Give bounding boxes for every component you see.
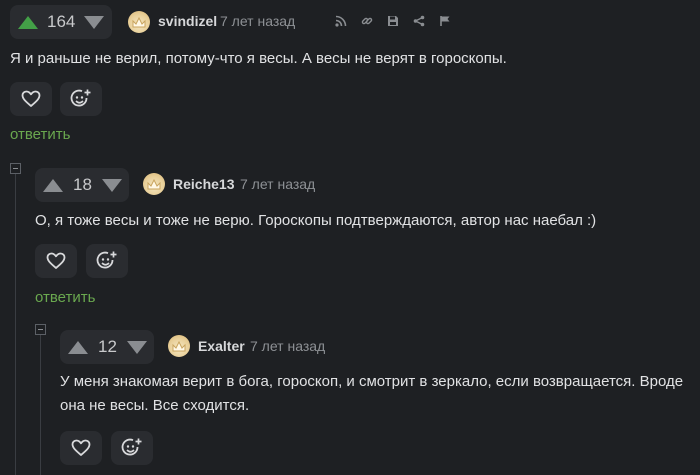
collapse-thread-button[interactable] — [10, 163, 21, 174]
add-reaction-button[interactable] — [60, 82, 102, 116]
comment-text: У меня знакомая верит в бога, гороскоп, … — [60, 370, 695, 418]
reply-link[interactable]: ответить — [10, 126, 70, 143]
comment-text: О, я тоже весы и тоже не верю. Гороскопы… — [35, 212, 597, 229]
add-reaction-button[interactable] — [111, 431, 153, 465]
like-button[interactable] — [60, 431, 102, 465]
comment-tools — [334, 14, 451, 27]
arrow-down-icon[interactable] — [101, 178, 122, 192]
heart-icon — [46, 252, 66, 269]
username[interactable]: svindizel — [158, 13, 217, 29]
vote-widget: 12 — [60, 330, 154, 364]
heart-icon — [21, 90, 41, 107]
vote-widget: 18 — [35, 168, 129, 202]
reply-link[interactable]: ответить — [35, 289, 95, 306]
vote-count: 12 — [98, 337, 117, 356]
thread-line[interactable] — [15, 174, 16, 475]
comment-text-line: она не весы. Все сходится. — [60, 397, 250, 414]
arrow-up-icon[interactable] — [68, 340, 88, 354]
timestamp[interactable]: 7 лет назад — [220, 13, 295, 29]
arrow-down-icon[interactable] — [126, 340, 147, 354]
link-icon[interactable] — [360, 14, 373, 27]
arrow-up-icon[interactable] — [43, 178, 63, 192]
vote-count: 164 — [47, 12, 76, 31]
timestamp[interactable]: 7 лет назад — [240, 176, 315, 192]
vote-widget: 164 — [10, 5, 112, 39]
timestamp[interactable]: 7 лет назад — [250, 338, 325, 354]
collapse-minus-icon — [13, 168, 18, 169]
smiley-add-icon — [121, 438, 142, 456]
thread-line[interactable] — [40, 335, 41, 475]
rss-icon[interactable] — [334, 14, 347, 27]
save-icon[interactable] — [386, 14, 399, 27]
comment-text-line: У меня знакомая верит в бога, гороскоп, … — [60, 373, 684, 390]
share-icon[interactable] — [412, 14, 425, 27]
avatar[interactable] — [168, 335, 190, 357]
vote-count: 18 — [73, 175, 92, 194]
heart-icon — [71, 439, 91, 456]
smiley-add-icon — [70, 89, 91, 107]
like-button[interactable] — [35, 244, 77, 278]
arrow-up-icon[interactable] — [18, 15, 38, 29]
avatar[interactable] — [128, 11, 150, 33]
avatar[interactable] — [143, 173, 165, 195]
add-reaction-button[interactable] — [86, 244, 128, 278]
collapse-thread-button[interactable] — [35, 324, 46, 335]
collapse-minus-icon — [38, 329, 43, 330]
username[interactable]: Exalter — [198, 338, 245, 354]
smiley-add-icon — [96, 251, 117, 269]
comment-text: Я и раньше не верил, потому-что я весы. … — [10, 50, 507, 67]
like-button[interactable] — [10, 82, 52, 116]
flag-icon[interactable] — [438, 14, 451, 27]
arrow-down-icon[interactable] — [84, 15, 105, 29]
username[interactable]: Reiche13 — [173, 176, 234, 192]
